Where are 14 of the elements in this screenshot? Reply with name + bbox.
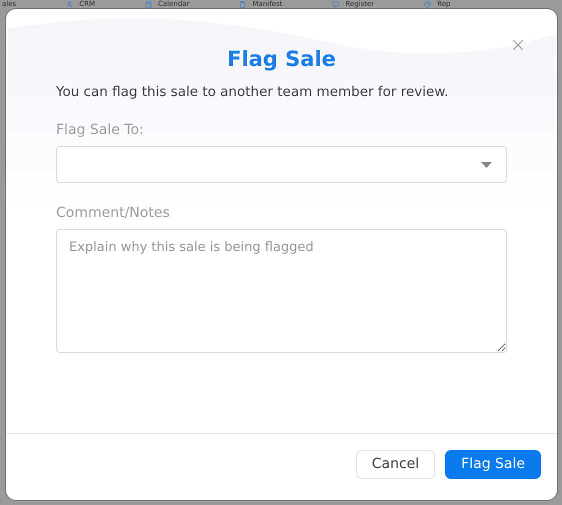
caret-icon bbox=[481, 162, 492, 168]
pie-chart-icon bbox=[424, 0, 432, 8]
flag-sale-button[interactable]: Flag Sale bbox=[445, 450, 541, 478]
person-icon bbox=[66, 0, 74, 8]
monitor-icon bbox=[332, 0, 340, 8]
calendar-icon bbox=[145, 0, 152, 8]
field-label: Comment/Notes bbox=[56, 205, 171, 221]
select-field[interactable] bbox=[56, 146, 507, 183]
clipboard-icon bbox=[239, 0, 246, 8]
comment-field[interactable]: Explain why this sale is being flagged bbox=[56, 229, 507, 353]
dialog-description: You can flag this sale to another team member for review. bbox=[56, 84, 450, 100]
dialog-title: Flag Sale bbox=[226, 47, 337, 71]
cancel-button[interactable]: Cancel bbox=[356, 450, 436, 478]
field-label: Flag Sale To: bbox=[56, 122, 145, 138]
